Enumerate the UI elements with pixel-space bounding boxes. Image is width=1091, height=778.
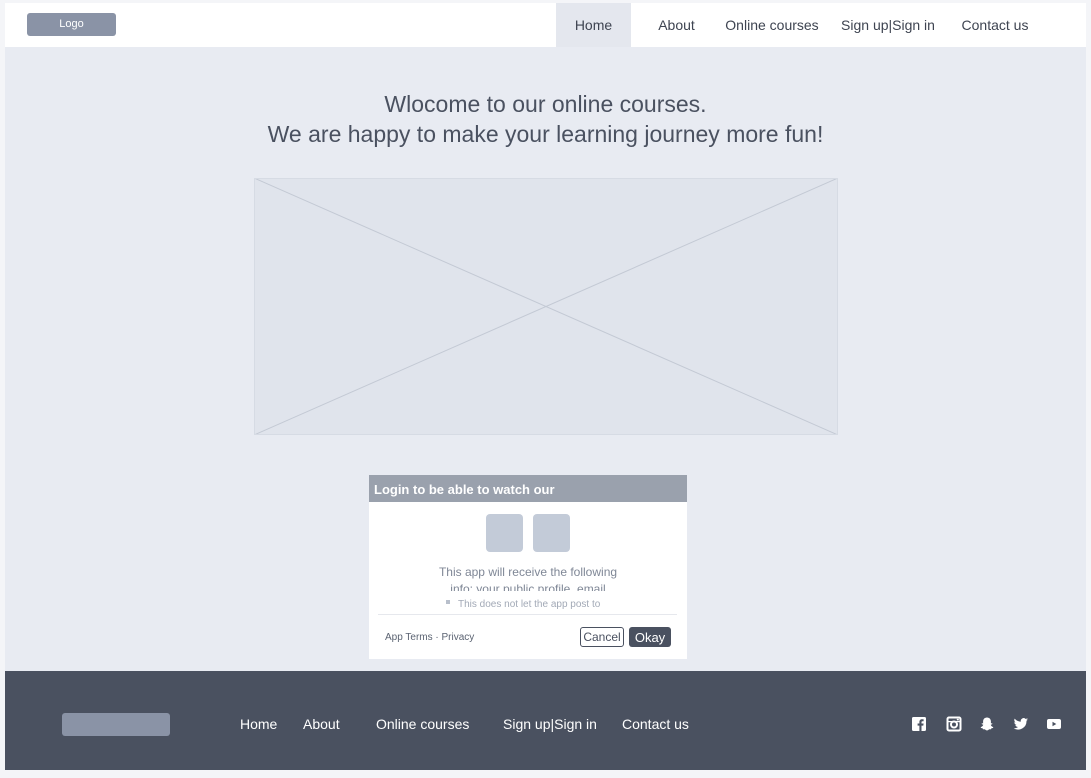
- video-placeholder[interactable]: [254, 178, 838, 435]
- footer-nav-sign-up-sign-in[interactable]: Sign up|Sign in: [503, 713, 597, 736]
- lock-icon: [446, 600, 450, 604]
- dialog-notice-text: This does not let the app post to: [458, 599, 601, 610]
- hero-title: Wlocome to our online courses. We are ha…: [5, 89, 1086, 149]
- footer-nav-about[interactable]: About: [303, 713, 340, 736]
- app-icon: [486, 514, 523, 552]
- login-dialog: Login to be able to watch our This app w…: [369, 475, 687, 659]
- dialog-title: Login to be able to watch our: [369, 475, 687, 502]
- nav-sign-up-sign-in[interactable]: Sign up|Sign in: [838, 3, 938, 47]
- hero-title-line1: Wlocome to our online courses.: [384, 91, 707, 117]
- nav-contact-us[interactable]: Contact us: [954, 3, 1036, 47]
- twitter-icon[interactable]: [1013, 716, 1029, 732]
- dialog-info-text: info: your public profile, email: [450, 582, 606, 591]
- nav-online-courses[interactable]: Online courses: [722, 3, 822, 47]
- facebook-icon[interactable]: [911, 716, 927, 732]
- page-frame: Logo Home About Online courses Sign up|S…: [5, 3, 1086, 770]
- nav-home[interactable]: Home: [556, 3, 631, 47]
- cancel-button[interactable]: Cancel: [580, 627, 624, 647]
- footer: Home About Online courses Sign up|Sign i…: [5, 671, 1086, 770]
- footer-nav-contact-us[interactable]: Contact us: [622, 713, 689, 736]
- dialog-divider: [378, 614, 677, 615]
- logo[interactable]: Logo: [27, 13, 116, 36]
- dialog-terms-links[interactable]: App Terms · Privacy: [385, 632, 474, 643]
- instagram-icon[interactable]: [946, 716, 962, 732]
- dialog-receive-text: This app will receive the following: [438, 565, 618, 579]
- hero-title-line2: We are happy to make your learning journ…: [267, 121, 824, 147]
- image-placeholder-cross-icon: [254, 178, 838, 435]
- header: Logo Home About Online courses Sign up|S…: [5, 3, 1086, 47]
- youtube-icon[interactable]: [1046, 716, 1062, 732]
- footer-logo[interactable]: [62, 713, 170, 736]
- footer-nav-home[interactable]: Home: [240, 713, 277, 736]
- nav-about[interactable]: About: [648, 3, 705, 47]
- user-icon: [533, 514, 570, 552]
- okay-button[interactable]: Okay: [629, 627, 671, 647]
- footer-nav-online-courses[interactable]: Online courses: [376, 713, 469, 736]
- snapchat-icon[interactable]: [979, 716, 995, 732]
